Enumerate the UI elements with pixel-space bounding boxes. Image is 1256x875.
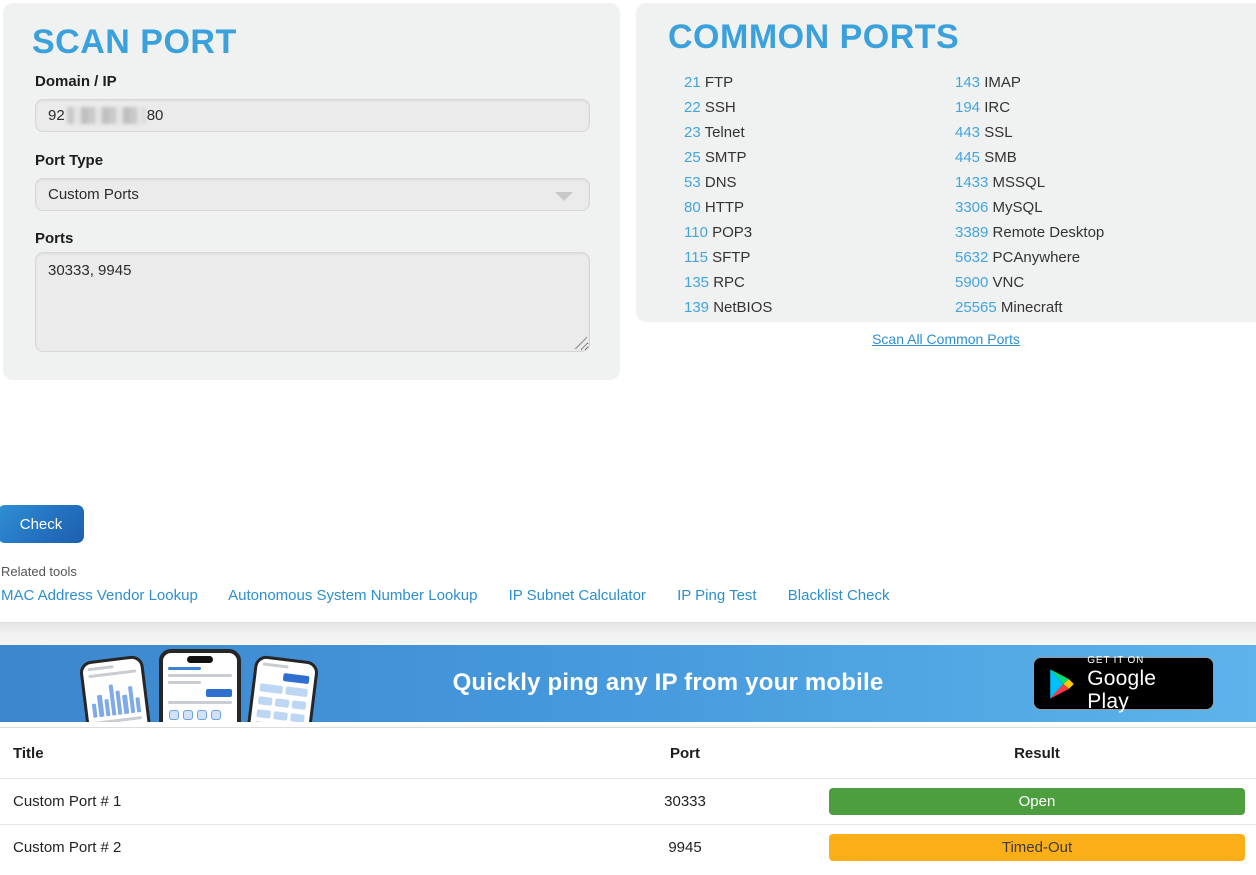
row-title: Custom Port # 2 bbox=[0, 839, 550, 856]
common-port-item: 139 NetBIOS bbox=[684, 295, 772, 320]
banner-headline: Quickly ping any IP from your mobile bbox=[320, 669, 1016, 697]
common-port-item: 443 SSL bbox=[955, 120, 1104, 145]
port-number-link[interactable]: 445 bbox=[955, 149, 980, 166]
page: SCAN PORT Domain / IP 92 80 Port Type Cus… bbox=[0, 0, 1256, 875]
common-port-item: 80 HTTP bbox=[684, 195, 772, 220]
row-port: 9945 bbox=[550, 839, 820, 856]
port-type-selected-value: Custom Ports bbox=[48, 186, 139, 203]
common-port-item: 445 SMB bbox=[955, 145, 1104, 170]
common-port-item: 5900 VNC bbox=[955, 270, 1104, 295]
common-port-item: 5632 PCAnywhere bbox=[955, 245, 1104, 270]
divider-band bbox=[0, 622, 1256, 645]
google-play-badge[interactable]: GET IT ON Google Play bbox=[1033, 657, 1214, 710]
port-number-link[interactable]: 143 bbox=[955, 74, 980, 91]
port-number-link[interactable]: 23 bbox=[684, 124, 701, 141]
port-number-link[interactable]: 115 bbox=[684, 249, 708, 266]
google-play-label: Google Play bbox=[1087, 667, 1201, 713]
header-port: Port bbox=[550, 745, 820, 762]
common-port-item: 25565 Minecraft bbox=[955, 295, 1104, 320]
scan-port-panel: SCAN PORT Domain / IP 92 80 Port Type Cus… bbox=[3, 3, 620, 380]
common-port-item: 1433 MSSQL bbox=[955, 170, 1104, 195]
link-blacklist-check[interactable]: Blacklist Check bbox=[788, 587, 890, 604]
domain-ip-value-prefix: 92 bbox=[48, 107, 65, 124]
scan-results-table: Title Port Result Custom Port # 1 30333 … bbox=[0, 727, 1256, 870]
port-number-link[interactable]: 139 bbox=[684, 299, 709, 316]
common-port-item: 25 SMTP bbox=[684, 145, 772, 170]
port-type-select[interactable]: Custom Ports bbox=[35, 178, 590, 211]
link-ip-ping-test[interactable]: IP Ping Test bbox=[677, 587, 757, 604]
port-number-link[interactable]: 110 bbox=[684, 224, 708, 241]
port-number-link[interactable]: 3306 bbox=[955, 199, 988, 216]
scan-all-common-ports-link[interactable]: Scan All Common Ports bbox=[872, 331, 1020, 347]
table-row: Custom Port # 1 30333 Open bbox=[0, 778, 1256, 824]
ports-textarea[interactable]: 30333, 9945 bbox=[35, 252, 590, 352]
header-result: Result bbox=[820, 745, 1256, 762]
common-port-item: 135 RPC bbox=[684, 270, 772, 295]
port-number-link[interactable]: 25565 bbox=[955, 299, 997, 316]
link-mac-address-vendor-lookup[interactable]: MAC Address Vendor Lookup bbox=[1, 587, 198, 604]
port-number-link[interactable]: 5900 bbox=[955, 274, 988, 291]
port-number-link[interactable]: 1433 bbox=[955, 174, 988, 191]
port-number-link[interactable]: 135 bbox=[684, 274, 709, 291]
domain-ip-masked-segment bbox=[67, 107, 145, 124]
status-badge-open: Open bbox=[829, 788, 1245, 815]
ports-label: Ports bbox=[35, 230, 73, 247]
related-tools-label: Related tools bbox=[1, 564, 77, 579]
row-title: Custom Port # 1 bbox=[0, 793, 550, 810]
row-port: 30333 bbox=[550, 793, 820, 810]
port-number-link[interactable]: 5632 bbox=[955, 249, 988, 266]
link-asn-lookup[interactable]: Autonomous System Number Lookup bbox=[228, 587, 477, 604]
phone-mockup-center bbox=[159, 649, 241, 722]
domain-ip-value-suffix: 80 bbox=[147, 107, 164, 124]
port-number-link[interactable]: 22 bbox=[684, 99, 701, 116]
table-row: Custom Port # 2 9945 Timed-Out bbox=[0, 824, 1256, 870]
common-ports-title: COMMON PORTS bbox=[668, 18, 959, 57]
port-number-link[interactable]: 194 bbox=[955, 99, 980, 116]
common-port-item: 115 SFTP bbox=[684, 245, 772, 270]
app-phones-image bbox=[85, 648, 320, 722]
common-port-item: 23 Telnet bbox=[684, 120, 772, 145]
header-title: Title bbox=[0, 745, 550, 762]
common-port-item: 143 IMAP bbox=[955, 70, 1104, 95]
google-play-icon bbox=[1047, 667, 1076, 701]
common-port-item: 110 POP3 bbox=[684, 220, 772, 245]
port-number-link[interactable]: 25 bbox=[684, 149, 701, 166]
port-number-link[interactable]: 3389 bbox=[955, 224, 988, 241]
link-ip-subnet-calculator[interactable]: IP Subnet Calculator bbox=[509, 587, 646, 604]
related-tools-links: MAC Address Vendor Lookup Autonomous Sys… bbox=[1, 587, 916, 604]
common-ports-column-right: 143 IMAP 194 IRC 443 SSL 445 SMB 1433 MS… bbox=[955, 70, 1104, 320]
google-play-get-it-on: GET IT ON bbox=[1087, 655, 1201, 667]
port-number-link[interactable]: 21 bbox=[684, 74, 701, 91]
domain-ip-label: Domain / IP bbox=[35, 73, 117, 90]
check-button[interactable]: Check bbox=[0, 505, 84, 543]
port-number-link[interactable]: 443 bbox=[955, 124, 980, 141]
common-port-item: 3389 Remote Desktop bbox=[955, 220, 1104, 245]
common-ports-column-left: 21 FTP 22 SSH 23 Telnet 25 SMTP 53 DNS 8… bbox=[684, 70, 772, 320]
common-port-item: 3306 MySQL bbox=[955, 195, 1104, 220]
common-port-item: 21 FTP bbox=[684, 70, 772, 95]
port-type-label: Port Type bbox=[35, 152, 103, 169]
phone-mockup-right bbox=[243, 655, 320, 722]
phone-notch bbox=[187, 656, 213, 663]
common-port-item: 53 DNS bbox=[684, 170, 772, 195]
port-number-link[interactable]: 53 bbox=[684, 174, 701, 191]
common-port-item: 22 SSH bbox=[684, 95, 772, 120]
common-port-item: 194 IRC bbox=[955, 95, 1104, 120]
status-badge-timedout: Timed-Out bbox=[829, 834, 1245, 861]
common-ports-panel: COMMON PORTS 21 FTP 22 SSH 23 Telnet 25 … bbox=[636, 3, 1256, 322]
phone-mockup-left bbox=[79, 655, 156, 722]
mobile-app-banner: Quickly ping any IP from your mobile GET… bbox=[0, 645, 1256, 722]
domain-ip-input[interactable]: 92 80 bbox=[35, 99, 590, 132]
chevron-down-icon bbox=[555, 192, 573, 201]
results-header-row: Title Port Result bbox=[0, 728, 1256, 778]
port-number-link[interactable]: 80 bbox=[684, 199, 701, 216]
scan-port-title: SCAN PORT bbox=[32, 23, 237, 62]
